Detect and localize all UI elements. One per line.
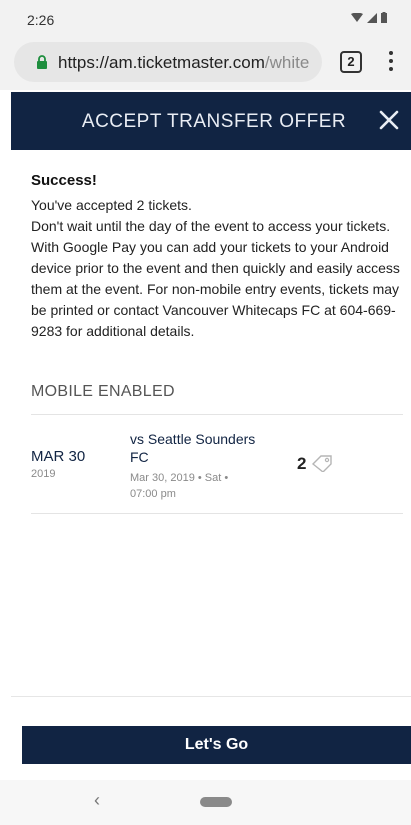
system-nav-bar: ‹	[0, 780, 411, 825]
status-time: 2:26	[27, 12, 55, 28]
signal-icon	[367, 12, 377, 23]
status-bar: 2:26	[0, 0, 411, 32]
event-date: MAR 30	[31, 448, 86, 465]
overflow-menu-icon[interactable]	[386, 49, 396, 75]
url-host: https://am.ticketmaster.com	[58, 53, 265, 72]
event-name: vs Seattle Sounders FC	[130, 431, 256, 465]
tab-switcher-button[interactable]: 2	[340, 51, 362, 73]
page-header: ACCEPT TRANSFER OFFER	[11, 92, 411, 150]
wifi-icon	[351, 12, 363, 22]
success-message: Success! You've accepted 2 tickets. Don'…	[31, 172, 403, 342]
footer-divider	[11, 696, 411, 697]
close-icon[interactable]	[375, 106, 403, 134]
back-icon[interactable]: ‹	[94, 790, 100, 811]
divider	[31, 513, 403, 514]
ticket-count: 2	[297, 454, 307, 473]
url-text: https://am.ticketmaster.com/white	[58, 53, 320, 73]
event-meta: Mar 30, 2019 • Sat • 07:00 pm	[130, 472, 229, 500]
ticket-icon	[311, 455, 332, 472]
section-label: MOBILE ENABLED	[31, 383, 175, 400]
event-year: 2019	[31, 468, 56, 480]
address-bar[interactable]: https://am.ticketmaster.com/white	[14, 42, 322, 82]
battery-icon	[381, 12, 387, 23]
home-pill-icon[interactable]	[200, 797, 232, 807]
instructions-text: Don't wait until the day of the event to…	[31, 218, 400, 339]
event-row[interactable]: MAR 30 2019 vs Seattle Sounders FC Mar 3…	[31, 430, 403, 510]
url-path: /white	[264, 53, 310, 72]
success-body: You've accepted 2 tickets. Don't wait un…	[31, 195, 403, 342]
page-title: ACCEPT TRANSFER OFFER	[81, 111, 347, 132]
browser-toolbar: https://am.ticketmaster.com/white 2	[0, 32, 411, 90]
accepted-line: You've accepted 2 tickets.	[31, 197, 192, 213]
status-icons	[351, 12, 387, 23]
lock-icon	[37, 55, 47, 69]
divider	[31, 414, 403, 415]
lets-go-button[interactable]: Let's Go	[22, 726, 411, 764]
success-title: Success!	[31, 172, 97, 189]
